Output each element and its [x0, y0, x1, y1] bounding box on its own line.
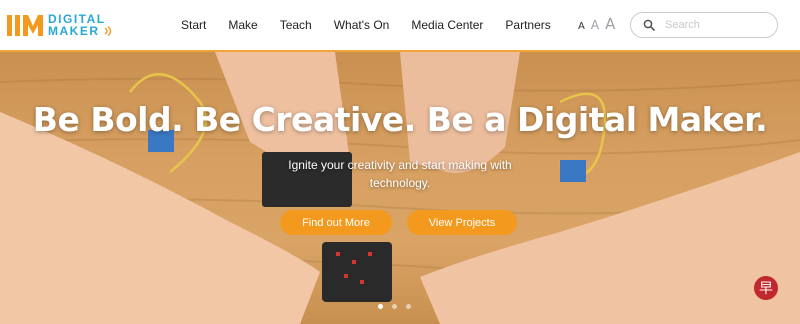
font-size-medium-button[interactable]: A: [591, 18, 599, 32]
carousel-dot-3[interactable]: [406, 304, 411, 309]
nav-item-partners[interactable]: Partners: [505, 18, 550, 32]
hero-subtitle: Ignite your creativity and start making …: [288, 158, 512, 190]
main-nav: Start Make Teach What's On Media Center …: [181, 0, 573, 50]
hero-banner: Be Bold. Be Creative. Be a Digital Maker…: [0, 52, 800, 324]
watermark-glyph: 早: [759, 281, 773, 297]
nav-item-whats-on[interactable]: What's On: [334, 18, 390, 32]
im-logo-mark-icon: [7, 15, 43, 36]
nav-item-make[interactable]: Make: [228, 18, 257, 32]
nav-item-teach[interactable]: Teach: [280, 18, 312, 32]
search-icon[interactable]: [643, 19, 655, 31]
logo-line2: MAKER: [48, 24, 100, 38]
font-size-controls: A A A: [578, 15, 615, 33]
hero-title: Be Bold. Be Creative. Be a Digital Maker…: [32, 100, 768, 139]
carousel-dot-2[interactable]: [392, 304, 397, 309]
font-size-large-button[interactable]: A: [605, 15, 615, 33]
nav-item-media-center[interactable]: Media Center: [411, 18, 483, 32]
carousel-dot-1[interactable]: [378, 304, 383, 309]
signal-waves-icon: [104, 25, 111, 37]
search-box: [630, 12, 778, 38]
logo-wordmark: DIGITAL MAKER: [48, 13, 115, 37]
nav-item-start[interactable]: Start: [181, 18, 206, 32]
font-size-small-button[interactable]: A: [578, 21, 585, 32]
find-out-more-button[interactable]: Find out More: [280, 210, 392, 235]
view-projects-button[interactable]: View Projects: [407, 210, 517, 235]
publisher-watermark-icon: 早: [754, 276, 778, 300]
site-logo[interactable]: DIGITAL MAKER: [6, 8, 136, 42]
search-input[interactable]: [665, 19, 775, 31]
site-header: DIGITAL MAKER Start Make Teach What's On…: [0, 0, 800, 52]
carousel-indicators: [378, 304, 411, 309]
